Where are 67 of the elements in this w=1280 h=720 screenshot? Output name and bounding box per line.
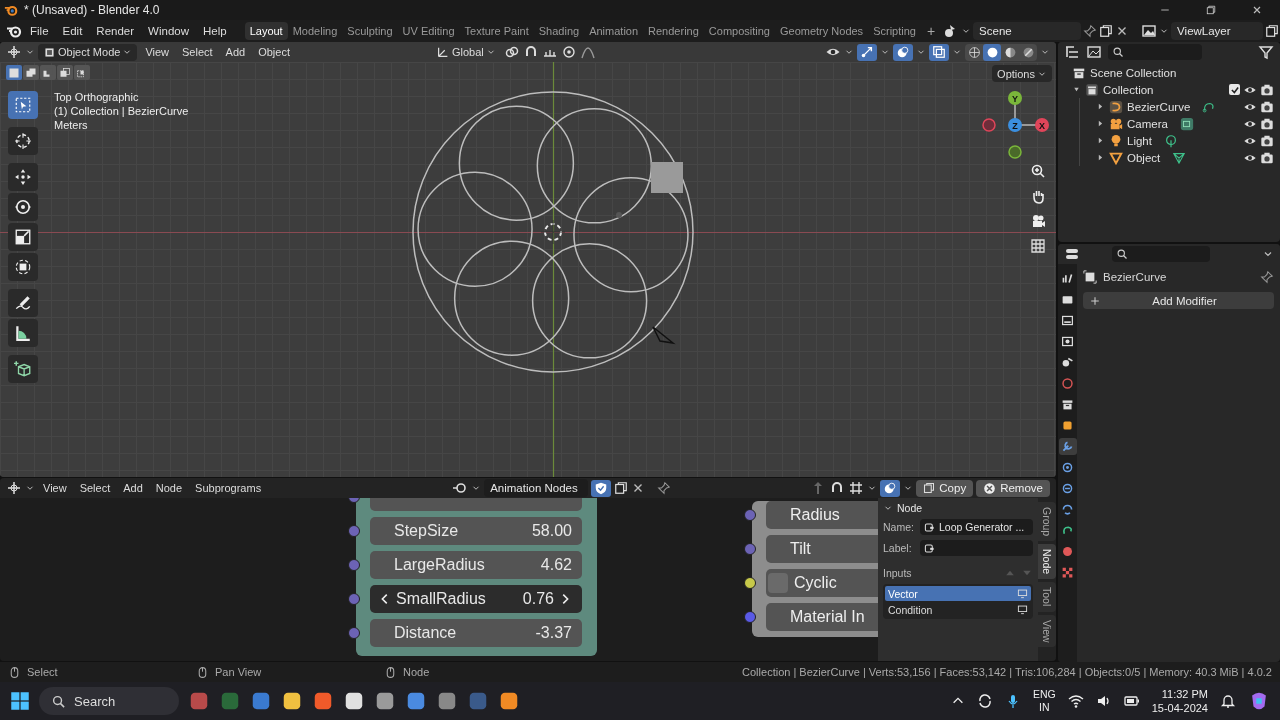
view-layer-field[interactable]: ViewLayer: [1171, 22, 1264, 40]
remove-button[interactable]: Remove: [976, 479, 1050, 497]
workspace-tab[interactable]: Layout: [244, 22, 288, 40]
sidebar-tab[interactable]: Tool: [1038, 582, 1056, 612]
language-indicator[interactable]: ENG IN: [1032, 688, 1056, 714]
outliner-item[interactable]: Collection: [1103, 83, 1154, 96]
node-tree-field[interactable]: Animation Nodes: [484, 479, 589, 497]
axis-label: X: [1039, 120, 1045, 131]
viewport-info-text: (1) Collection | BezierCurve: [54, 105, 189, 117]
workspace-tab[interactable]: Texture Paint: [459, 22, 534, 40]
add-modifier-button[interactable]: Add Modifier: [1083, 292, 1274, 309]
field-label: Label:: [883, 542, 913, 554]
menu-item[interactable]: View: [140, 43, 175, 61]
workspace-tab[interactable]: Animation: [584, 22, 644, 40]
object-name: BezierCurve: [1103, 271, 1167, 283]
sidebar-tab[interactable]: Node: [1038, 544, 1056, 580]
menu-item[interactable]: Help: [197, 23, 233, 39]
status-hint: Pan View: [215, 666, 262, 678]
status-hint: Select: [27, 666, 58, 678]
menu-item[interactable]: Render: [90, 23, 141, 39]
workspace-tab[interactable]: Rendering: [643, 22, 704, 40]
axis-label: Z: [1012, 120, 1018, 131]
outliner-item[interactable]: Scene Collection: [1090, 66, 1177, 79]
add-workspace-button[interactable]: +: [920, 22, 942, 40]
menu-item[interactable]: Add: [118, 479, 148, 497]
outliner-item[interactable]: BezierCurve: [1127, 100, 1191, 113]
menu-item[interactable]: Edit: [56, 23, 89, 39]
window-title: * (Unsaved) - Blender 4.0: [24, 3, 160, 17]
axis-label: Y: [1012, 93, 1018, 104]
menu-item[interactable]: Subprograms: [190, 479, 267, 497]
workspace-tab[interactable]: Modeling: [287, 22, 343, 40]
field-label: Name:: [883, 521, 915, 533]
sidebar-tab[interactable]: Group: [1038, 502, 1056, 542]
status-hint: Node: [403, 666, 430, 678]
workspace-tab[interactable]: Sculpting: [342, 22, 398, 40]
clock[interactable]: 11:32 PM 15-04-2024: [1151, 687, 1208, 715]
mode-dropdown[interactable]: Object Mode: [38, 43, 138, 61]
menu-item[interactable]: View: [38, 479, 72, 497]
list-item[interactable]: Vector: [885, 586, 1031, 601]
scene-field[interactable]: Scene: [973, 22, 1082, 40]
menu-item[interactable]: Node: [150, 479, 188, 497]
outliner-item[interactable]: Camera: [1127, 117, 1168, 130]
copy-button[interactable]: Copy: [916, 479, 974, 497]
menu-item[interactable]: Select: [177, 43, 218, 61]
workspace-tab[interactable]: UV Editing: [397, 22, 460, 40]
outliner-item[interactable]: Object: [1127, 151, 1161, 164]
workspace-tab[interactable]: Scripting: [868, 22, 921, 40]
orientation-dropdown[interactable]: Global: [431, 43, 501, 61]
status-stats: Collection | BezierCurve | Verts:53,156 | Faces:53,142 | Tris:106,284 | Objects:0/5 | Memory: 40.3 MiB | 4.0.2: [742, 666, 1272, 678]
outliner-item[interactable]: Light: [1127, 134, 1152, 147]
options-dropdown[interactable]: Options: [992, 65, 1052, 82]
menu-item[interactable]: Object: [253, 43, 295, 61]
section-label: Inputs: [883, 567, 912, 579]
menu-item[interactable]: Add: [220, 43, 251, 61]
sidebar-tab[interactable]: View: [1038, 614, 1056, 648]
panel-title[interactable]: Node: [897, 502, 923, 514]
viewport-info-text: Meters: [54, 119, 89, 131]
menu-item[interactable]: Window: [142, 23, 195, 39]
workspace-tab[interactable]: Compositing: [703, 22, 775, 40]
workspace-tab[interactable]: Shading: [533, 22, 585, 40]
viewport-info-text: Top Orthographic: [54, 91, 140, 103]
menu-item[interactable]: File: [24, 23, 55, 39]
list-item[interactable]: Condition: [885, 602, 1031, 617]
menu-item[interactable]: Select: [74, 479, 116, 497]
search-box[interactable]: Search: [39, 687, 179, 715]
workspace-tab[interactable]: Geometry Nodes: [774, 22, 869, 40]
name-field[interactable]: Loop Generator ...: [920, 519, 1033, 535]
